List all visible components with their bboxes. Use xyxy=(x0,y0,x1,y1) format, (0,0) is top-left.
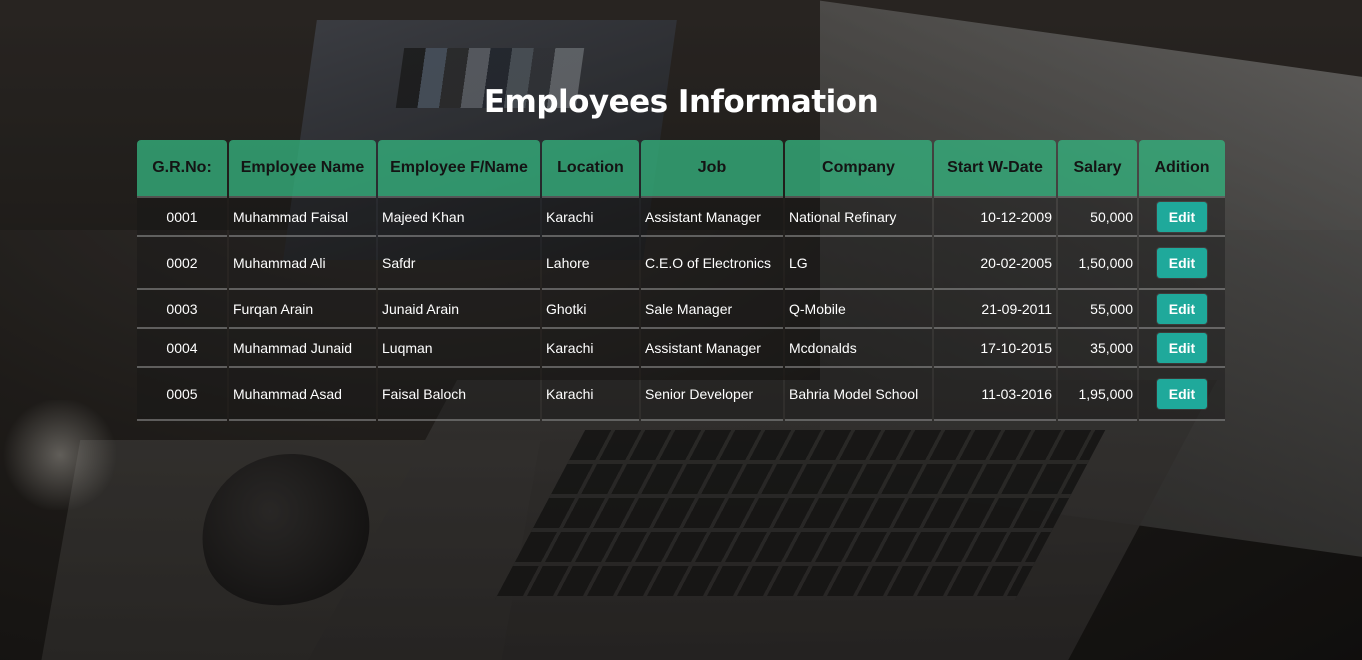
column-header-job: Job xyxy=(641,140,783,196)
cell-company: Mcdonalds xyxy=(785,329,932,368)
cell-employee-name: Muhammad Asad xyxy=(229,368,376,421)
cell-start-date: 17-10-2015 xyxy=(934,329,1056,368)
edit-button[interactable]: Edit xyxy=(1157,293,1207,324)
cell-location: Karachi xyxy=(542,368,639,421)
cell-grno: 0003 xyxy=(137,290,227,329)
cell-grno: 0004 xyxy=(137,329,227,368)
cell-grno: 0001 xyxy=(137,196,227,237)
cell-employee-name: Furqan Arain xyxy=(229,290,376,329)
cell-salary: 55,000 xyxy=(1058,290,1137,329)
cell-salary: 35,000 xyxy=(1058,329,1137,368)
edit-button[interactable]: Edit xyxy=(1157,201,1207,232)
cell-job: Senior Developer xyxy=(641,368,783,421)
cell-addition: Edit xyxy=(1139,368,1225,421)
page-content: Employees Information G.R.No: Employee N… xyxy=(0,0,1362,660)
cell-start-date: 11-03-2016 xyxy=(934,368,1056,421)
cell-addition: Edit xyxy=(1139,237,1225,290)
cell-employee-fname: Majeed Khan xyxy=(378,196,540,237)
cell-addition: Edit xyxy=(1139,329,1225,368)
cell-location: Karachi xyxy=(542,329,639,368)
column-header-company: Company xyxy=(785,140,932,196)
edit-button[interactable]: Edit xyxy=(1157,378,1207,409)
cell-company: Q-Mobile xyxy=(785,290,932,329)
cell-job: C.E.O of Electronics xyxy=(641,237,783,290)
cell-employee-fname: Safdr xyxy=(378,237,540,290)
cell-job: Assistant Manager xyxy=(641,329,783,368)
table-row: 0003 Furqan Arain Junaid Arain Ghotki Sa… xyxy=(137,290,1225,329)
cell-addition: Edit xyxy=(1139,196,1225,237)
table-row: 0004 Muhammad Junaid Luqman Karachi Assi… xyxy=(137,329,1225,368)
column-header-addition: Adition xyxy=(1139,140,1225,196)
cell-start-date: 20-02-2005 xyxy=(934,237,1056,290)
cell-company: National Refinary xyxy=(785,196,932,237)
table-row: 0002 Muhammad Ali Safdr Lahore C.E.O of … xyxy=(137,237,1225,290)
cell-salary: 50,000 xyxy=(1058,196,1137,237)
table-row: 0005 Muhammad Asad Faisal Baloch Karachi… xyxy=(137,368,1225,421)
cell-employee-name: Muhammad Faisal xyxy=(229,196,376,237)
cell-addition: Edit xyxy=(1139,290,1225,329)
column-header-salary: Salary xyxy=(1058,140,1137,196)
cell-start-date: 21-09-2011 xyxy=(934,290,1056,329)
cell-employee-name: Muhammad Ali xyxy=(229,237,376,290)
column-header-start-date: Start W-Date xyxy=(934,140,1056,196)
cell-company: LG xyxy=(785,237,932,290)
cell-location: Karachi xyxy=(542,196,639,237)
cell-employee-name: Muhammad Junaid xyxy=(229,329,376,368)
cell-location: Lahore xyxy=(542,237,639,290)
column-header-grno: G.R.No: xyxy=(137,140,227,196)
cell-job: Assistant Manager xyxy=(641,196,783,237)
cell-grno: 0005 xyxy=(137,368,227,421)
cell-employee-fname: Junaid Arain xyxy=(378,290,540,329)
edit-button[interactable]: Edit xyxy=(1157,247,1207,278)
page-title: Employees Information xyxy=(483,84,879,120)
column-header-location: Location xyxy=(542,140,639,196)
edit-button[interactable]: Edit xyxy=(1157,332,1207,363)
cell-grno: 0002 xyxy=(137,237,227,290)
cell-job: Sale Manager xyxy=(641,290,783,329)
cell-start-date: 10-12-2009 xyxy=(934,196,1056,237)
cell-salary: 1,95,000 xyxy=(1058,368,1137,421)
table-row: 0001 Muhammad Faisal Majeed Khan Karachi… xyxy=(137,196,1225,237)
cell-employee-fname: Luqman xyxy=(378,329,540,368)
column-header-employee-name: Employee Name xyxy=(229,140,376,196)
cell-company: Bahria Model School xyxy=(785,368,932,421)
cell-salary: 1,50,000 xyxy=(1058,237,1137,290)
table-header-row: G.R.No: Employee Name Employee F/Name Lo… xyxy=(137,140,1225,196)
cell-employee-fname: Faisal Baloch xyxy=(378,368,540,421)
cell-location: Ghotki xyxy=(542,290,639,329)
column-header-employee-fname: Employee F/Name xyxy=(378,140,540,196)
employees-table: G.R.No: Employee Name Employee F/Name Lo… xyxy=(135,140,1227,421)
